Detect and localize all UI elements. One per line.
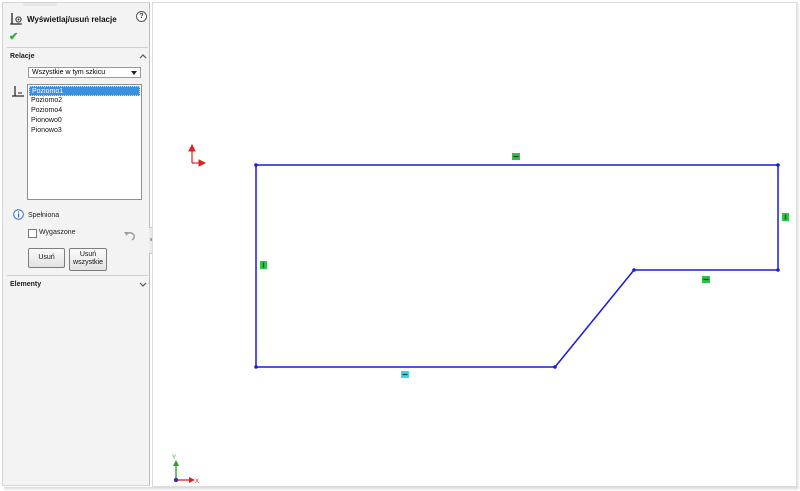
sketch-view[interactable]: Y X	[0, 0, 800, 491]
selected-relation-badge-icon[interactable]	[401, 371, 409, 378]
coordinate-triad-icon: Y X	[172, 455, 199, 485]
sketch-origin-icon	[188, 143, 207, 167]
sketch-point	[254, 163, 258, 167]
vertical-relation-badge-icon[interactable]	[260, 261, 267, 269]
sketch-point	[776, 163, 780, 167]
triad-x-label: X	[195, 479, 199, 485]
sketch-point	[553, 365, 557, 369]
vertical-relation-badge-icon[interactable]	[782, 213, 789, 221]
horizontal-relation-badge-icon[interactable]	[512, 153, 520, 160]
sketch-point	[776, 268, 780, 272]
sketch-points[interactable]	[254, 163, 780, 369]
sketch-line-diagonal[interactable]	[554, 269, 635, 368]
triad-y-label: Y	[172, 455, 176, 461]
sketch-point	[254, 365, 258, 369]
horizontal-relation-badge-icon[interactable]	[702, 276, 710, 283]
sketch-profile[interactable]	[255, 164, 779, 368]
sketch-point	[632, 268, 636, 272]
